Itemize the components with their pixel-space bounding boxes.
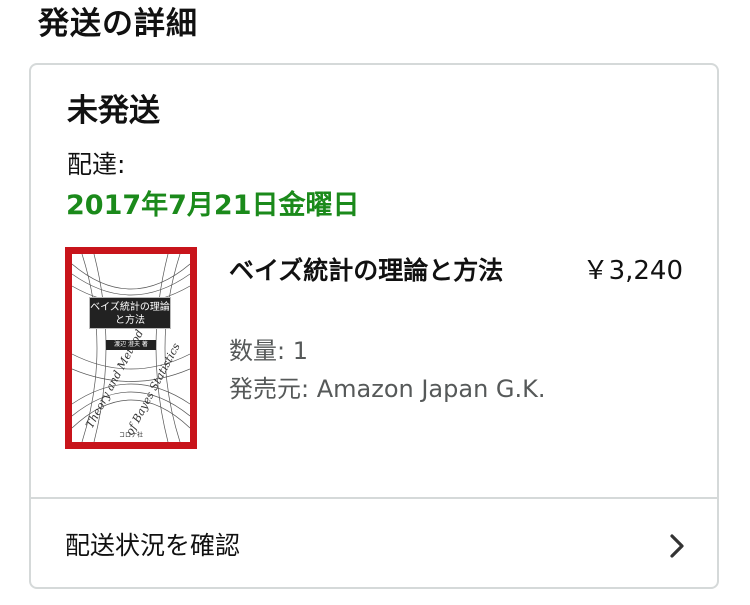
- product-quantity: 数量: 1: [229, 337, 308, 365]
- product-title-link[interactable]: ベイズ統計の理論と方法: [229, 251, 519, 291]
- cover-author: 渡辺 澄夫 著: [106, 340, 156, 350]
- product-image[interactable]: Theory and Method of Bayes Statistics ベイ…: [65, 247, 197, 449]
- delivery-date: 2017年7月21日金曜日: [66, 190, 360, 221]
- book-cover: Theory and Method of Bayes Statistics ベイ…: [72, 254, 190, 442]
- product-price: ￥3,240: [582, 256, 683, 286]
- cover-title-box: ベイズ統計の理論と方法: [89, 297, 171, 329]
- cover-publisher: コロナ社: [119, 432, 144, 439]
- page-title: 発送の詳細: [38, 6, 198, 42]
- track-shipment-label: 配送状況を確認: [65, 531, 241, 560]
- shipment-card: 未発送 配達: 2017年7月21日金曜日 Theory and Method …: [29, 63, 719, 589]
- track-shipment-button[interactable]: 配送状況を確認: [31, 499, 717, 589]
- shipment-status: 未発送: [67, 93, 160, 129]
- chevron-right-icon: [670, 534, 684, 558]
- product-seller: 発売元: Amazon Japan G.K.: [229, 375, 546, 403]
- delivery-label: 配達:: [67, 150, 126, 179]
